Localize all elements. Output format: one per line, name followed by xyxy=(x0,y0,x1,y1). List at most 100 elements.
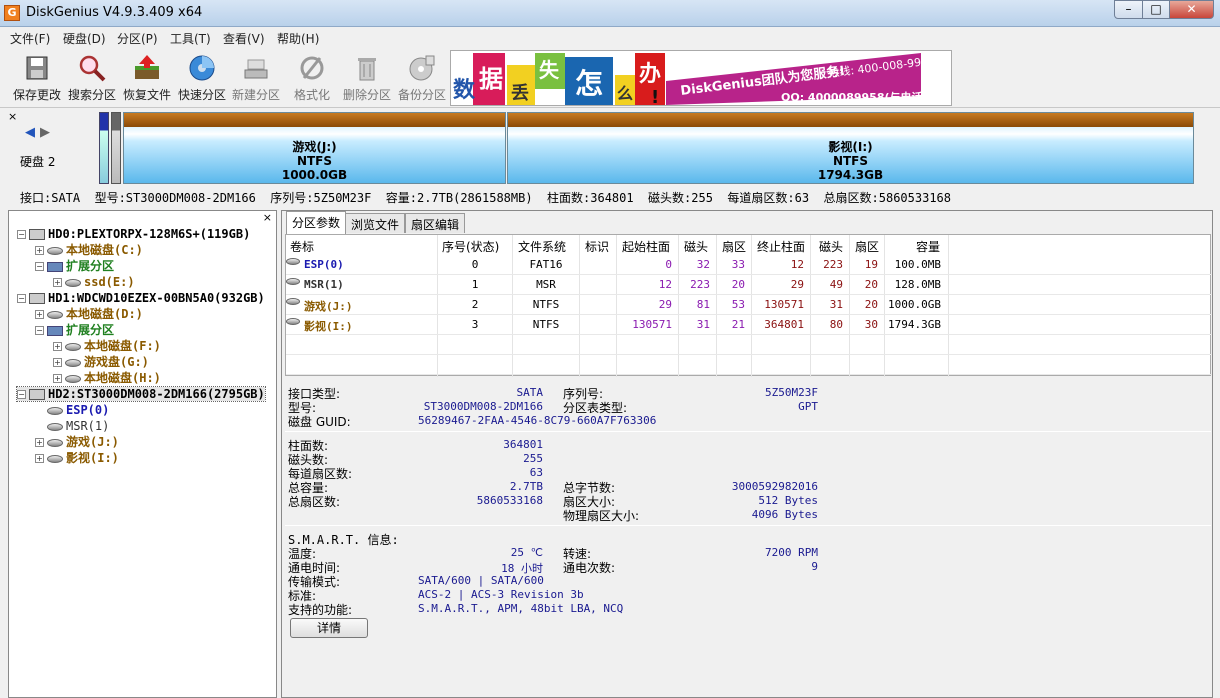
recover-files-button[interactable]: 恢复文件 xyxy=(120,52,174,104)
expand-icon[interactable]: + xyxy=(35,310,44,319)
column-header[interactable]: 标识 xyxy=(585,238,609,255)
tree-node-label: 本地磁盘(F:) xyxy=(84,339,161,353)
quick-partition-icon xyxy=(189,55,215,81)
expand-icon[interactable]: + xyxy=(35,438,44,447)
previous-disk-icon[interactable]: ◀ xyxy=(25,125,35,140)
expand-icon[interactable]: + xyxy=(53,374,62,383)
tree-node-label: 扩展分区 xyxy=(66,259,115,273)
close-button[interactable]: ✕ xyxy=(1169,0,1214,19)
table-row[interactable] xyxy=(286,355,1212,375)
expand-icon[interactable]: + xyxy=(35,454,44,463)
ad-char-8: ! xyxy=(651,87,659,106)
column-header[interactable]: 卷标 xyxy=(290,238,314,255)
close-icon[interactable]: × xyxy=(263,211,272,224)
extended-partition-icon xyxy=(47,325,63,336)
cylinders-value: 364801 xyxy=(503,438,543,451)
close-icon[interactable]: × xyxy=(8,110,17,123)
collapse-icon[interactable]: − xyxy=(17,230,26,239)
tree-node[interactable]: − 扩展分区 xyxy=(35,323,114,337)
partition-block-games[interactable]: 游戏(J:) NTFS 1000.0GB xyxy=(123,112,506,184)
rotation-speed-value: 7200 RPM xyxy=(765,546,818,559)
minimize-button[interactable]: – xyxy=(1114,0,1143,19)
column-header[interactable]: 起始柱面 xyxy=(622,238,670,255)
search-partition-button[interactable]: 搜索分区 xyxy=(65,52,119,104)
table-row[interactable] xyxy=(286,335,1212,355)
details-button[interactable]: 详情 xyxy=(290,618,368,638)
column-header[interactable]: 文件系统 xyxy=(518,238,566,255)
right-panel: 分区参数 浏览文件 扇区编辑 卷标 序号(状态) 文件系统 标识 起始柱面 磁头… xyxy=(281,210,1213,698)
tree-node[interactable]: − HD0:PLEXTORPX-128M6S+(119GB) xyxy=(17,227,250,241)
menu-file[interactable]: 文件(F) xyxy=(10,30,50,47)
hard-disk-icon xyxy=(29,293,45,304)
backup-partition-button[interactable]: 备份分区 xyxy=(395,52,449,104)
extended-partition-icon xyxy=(47,261,63,272)
table-cell: 20 xyxy=(731,278,745,291)
expand-icon[interactable]: + xyxy=(53,342,62,351)
partition-size: 1794.3GB xyxy=(817,168,884,182)
column-header[interactable]: 扇区 xyxy=(722,238,746,255)
tree-node[interactable]: − HD2:ST3000DM008-2DM166(2795GB) xyxy=(16,386,266,402)
collapse-icon[interactable]: − xyxy=(35,326,44,335)
partition-icon xyxy=(47,438,63,447)
tree-node[interactable]: + 本地磁盘(D:) xyxy=(35,307,143,321)
tree-node[interactable]: + 游戏(J:) xyxy=(35,435,119,449)
tab-browse-files[interactable]: 浏览文件 xyxy=(345,213,406,233)
tree-node[interactable]: + 本地磁盘(F:) xyxy=(53,339,161,353)
menu-partition[interactable]: 分区(P) xyxy=(117,30,158,47)
partition-icon xyxy=(65,278,81,287)
partition-block-esp[interactable] xyxy=(99,112,109,184)
table-cell: 223 xyxy=(690,278,710,291)
menu-help[interactable]: 帮助(H) xyxy=(277,30,319,47)
menu-tools[interactable]: 工具(T) xyxy=(170,30,211,47)
table-cell: 21 xyxy=(731,318,745,331)
expand-icon[interactable]: + xyxy=(53,278,62,287)
tree-node[interactable]: − 扩展分区 xyxy=(35,259,114,273)
collapse-icon[interactable]: − xyxy=(17,390,26,399)
disk-map: × ◀ ▶ 硬盘 2 游戏(J:) NTFS 1000.0GB 影视(I:) N… xyxy=(8,108,1213,188)
new-partition-button[interactable]: 新建分区 xyxy=(229,52,283,104)
next-disk-icon[interactable]: ▶ xyxy=(40,125,50,140)
features-label: 支持的功能: xyxy=(288,603,353,617)
tree-node[interactable]: MSR(1) xyxy=(35,419,109,433)
tree-node[interactable]: + 本地磁盘(C:) xyxy=(35,243,143,257)
tree-node[interactable]: − HD1:WDCWD10EZEX-00BN5A0(932GB) xyxy=(17,291,265,305)
quick-partition-button[interactable]: 快速分区 xyxy=(175,52,229,104)
table-row[interactable]: ESP(0) 0 FAT16 0 32 33 12 223 19 100.0MB xyxy=(286,255,1212,275)
expand-icon[interactable]: + xyxy=(35,246,44,255)
collapse-icon[interactable]: − xyxy=(35,262,44,271)
column-header[interactable]: 序号(状态) xyxy=(442,238,499,255)
menu-view[interactable]: 查看(V) xyxy=(223,30,265,47)
backup-icon xyxy=(409,55,435,81)
tree-node[interactable]: + 本地磁盘(H:) xyxy=(53,371,161,385)
column-header[interactable]: 磁头 xyxy=(819,238,843,255)
column-header[interactable]: 扇区 xyxy=(855,238,879,255)
maximize-button[interactable]: □ xyxy=(1142,0,1170,19)
save-changes-button[interactable]: 保存更改 xyxy=(10,52,64,104)
partition-block-video[interactable]: 影视(I:) NTFS 1794.3GB xyxy=(507,112,1194,184)
tree-node[interactable]: ESP(0) xyxy=(35,403,109,417)
partition-fs: NTFS xyxy=(296,154,333,168)
menu-disk[interactable]: 硬盘(D) xyxy=(63,30,106,47)
tab-sector-editor[interactable]: 扇区编辑 xyxy=(405,213,466,233)
delete-partition-button[interactable]: 删除分区 xyxy=(340,52,394,104)
disk-guid-value: 56289467-2FAA-4546-8C79-660A7F763306 xyxy=(418,414,657,427)
column-header[interactable]: 磁头 xyxy=(684,238,708,255)
table-cell: 32 xyxy=(696,258,710,271)
table-row[interactable]: 游戏(J:) 2 NTFS 29 81 53 130571 31 20 1000.0GB xyxy=(286,295,1212,315)
tab-partition-params[interactable]: 分区参数 xyxy=(286,211,347,234)
column-header[interactable]: 终止柱面 xyxy=(757,238,805,255)
column-header[interactable]: 容量 xyxy=(916,238,940,255)
table-row[interactable]: MSR(1) 1 MSR 12 223 20 29 49 20 128.0MB xyxy=(286,275,1212,295)
table-cell: 1794.3GB xyxy=(888,318,941,331)
window-title: DiskGenius V4.9.3.409 x64 xyxy=(26,5,203,20)
ad-banner[interactable]: 数 据 丢 失 怎 么 办 ! DiskGenius团队为您服务! 热线: 40… xyxy=(450,50,952,106)
tree-node[interactable]: + ssd(E:) xyxy=(53,275,135,289)
expand-icon[interactable]: + xyxy=(53,358,62,367)
tree-node[interactable]: + 影视(I:) xyxy=(35,451,119,465)
table-row[interactable]: 影视(I:) 3 NTFS 130571 31 21 364801 80 30 1794.3GB xyxy=(286,315,1212,335)
format-button[interactable]: 格式化 xyxy=(285,52,339,104)
partition-icon xyxy=(47,246,63,255)
collapse-icon[interactable]: − xyxy=(17,294,26,303)
tree-node[interactable]: + 游戏盘(G:) xyxy=(53,355,149,369)
partition-block-msr[interactable] xyxy=(111,112,121,184)
